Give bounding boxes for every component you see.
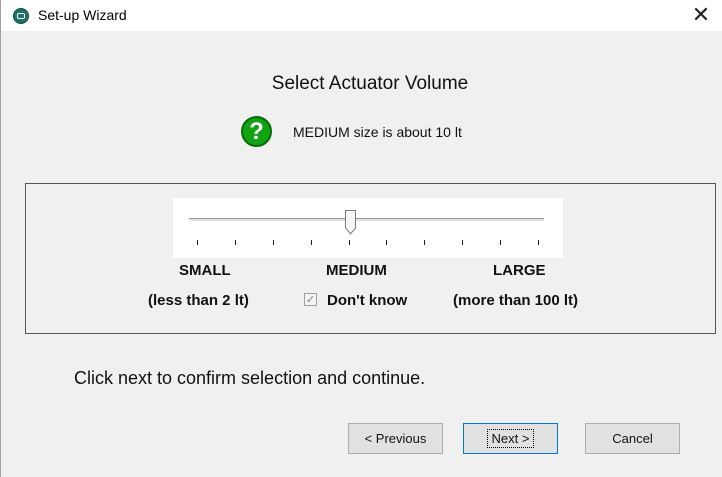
cancel-button[interactable]: Cancel xyxy=(585,423,680,454)
slider-tick xyxy=(500,240,502,245)
previous-button-label: < Previous xyxy=(364,431,427,446)
help-text: MEDIUM size is about 10 lt xyxy=(293,124,462,140)
close-button[interactable]: ✕ xyxy=(679,0,722,31)
app-icon xyxy=(13,8,29,24)
dont-know-label[interactable]: Don't know xyxy=(327,292,407,309)
slider-label-medium: MEDIUM xyxy=(326,262,387,279)
volume-slider[interactable] xyxy=(173,198,563,258)
slider-tick xyxy=(348,240,350,245)
previous-button[interactable]: < Previous xyxy=(348,423,443,454)
slider-label-small: SMALL xyxy=(179,262,231,279)
slider-tick xyxy=(462,240,464,245)
setup-wizard-window: Set-up Wizard ✕ Select Actuator Volume ?… xyxy=(0,0,722,477)
slider-sublabel-small: (less than 2 lt) xyxy=(148,292,249,309)
slider-tick xyxy=(424,240,426,245)
cancel-button-label: Cancel xyxy=(612,431,653,446)
next-button-label: Next > xyxy=(486,429,535,448)
instruction-text: Click next to confirm selection and cont… xyxy=(74,368,426,388)
dont-know-checkbox[interactable]: ✓ xyxy=(304,293,317,306)
title-bar: Set-up Wizard ✕ xyxy=(1,0,722,32)
slider-tick xyxy=(310,240,312,245)
help-icon: ? xyxy=(241,116,272,147)
slider-tick xyxy=(386,240,388,245)
window-title: Set-up Wizard xyxy=(38,7,127,23)
slider-tick xyxy=(538,240,539,245)
slider-tick xyxy=(272,240,274,245)
slider-label-large: LARGE xyxy=(493,262,546,279)
slider-sublabel-large: (more than 100 lt) xyxy=(453,292,579,309)
slider-tick xyxy=(234,240,236,245)
close-icon: ✕ xyxy=(691,3,711,28)
slider-tick xyxy=(197,240,198,245)
slider-thumb[interactable] xyxy=(344,210,356,235)
checkmark-icon: ✓ xyxy=(305,293,316,306)
next-button[interactable]: Next > xyxy=(463,423,558,454)
slider-track[interactable] xyxy=(189,218,544,222)
page-heading: Select Actuator Volume xyxy=(271,73,469,94)
